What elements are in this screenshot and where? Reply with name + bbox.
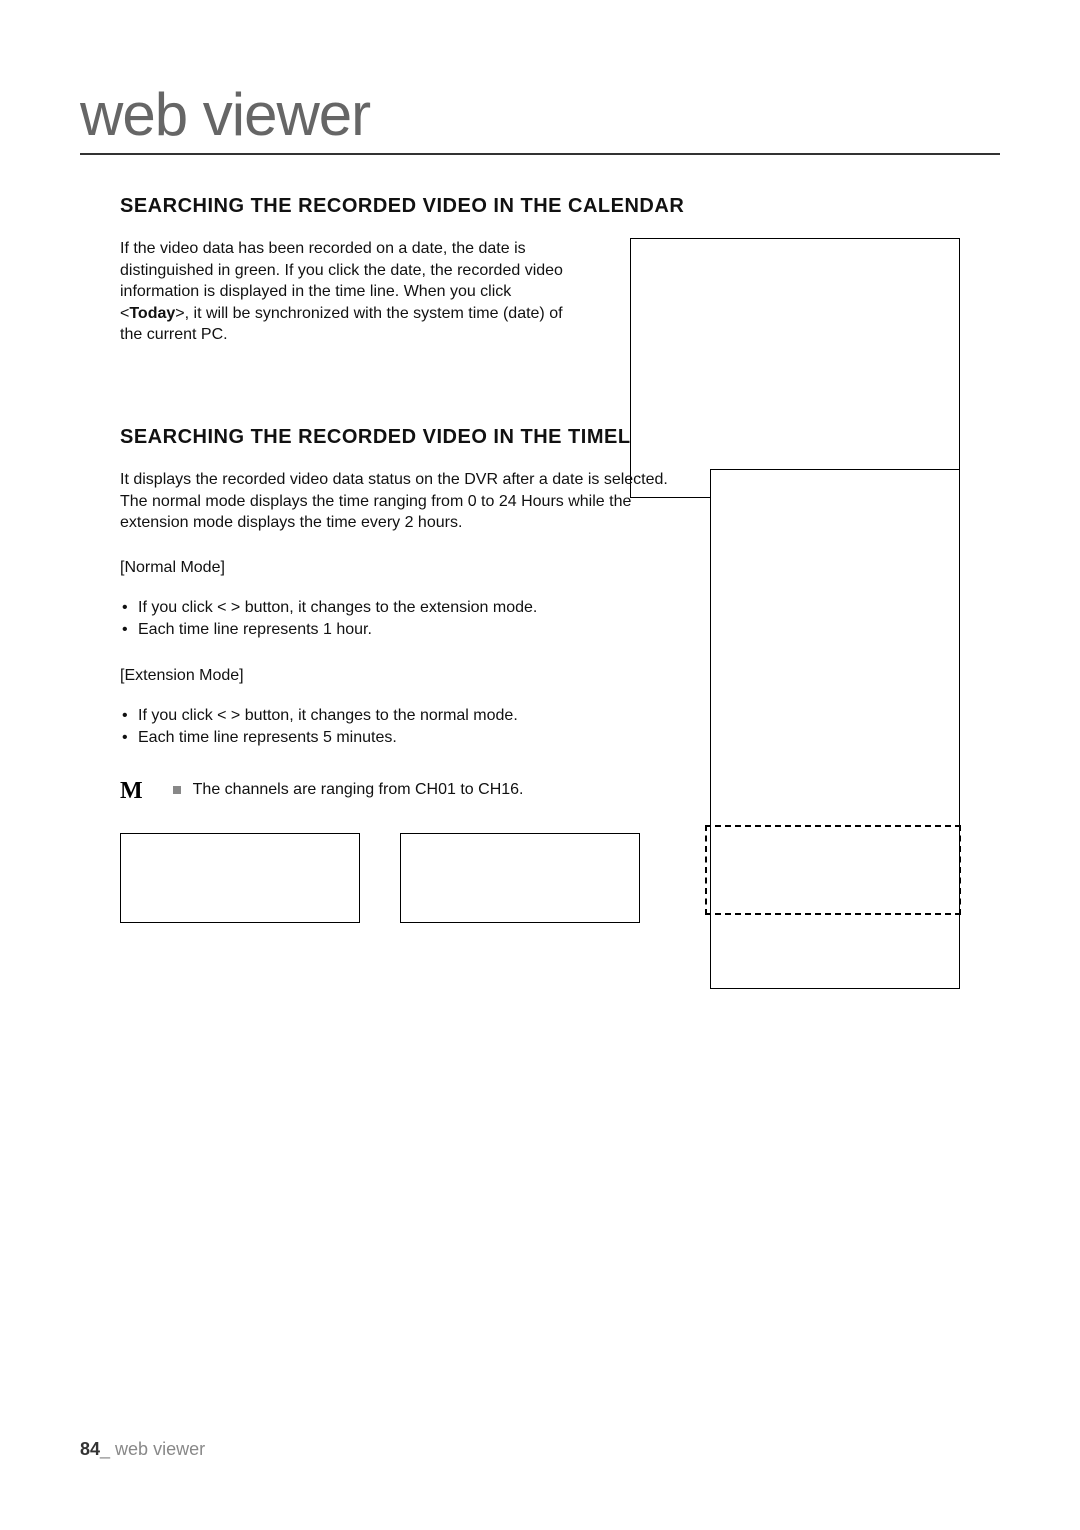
normal-mode-list: If you click < > button, it changes to t… [120, 597, 1000, 642]
timeline-dashed-highlight [705, 825, 961, 915]
list-item: If you click < > button, it changes to t… [120, 705, 1000, 727]
list-item: Each time line represents 1 hour. [120, 619, 1000, 641]
list-item: If you click < > button, it changes to t… [120, 597, 1000, 619]
section1-heading: SEARCHING THE RECORDED VIDEO IN THE CALE… [120, 195, 1000, 218]
calendar-placeholder-box [630, 238, 960, 498]
note-symbol-m: M [120, 779, 143, 803]
section2-intro: It displays the recorded video data stat… [120, 469, 680, 534]
timeline-box-normal [120, 833, 360, 923]
extension-mode-list: If you click < > button, it changes to t… [120, 705, 1000, 750]
note-square-icon [173, 786, 181, 794]
section2: It displays the recorded video data stat… [120, 469, 1000, 923]
footer: 84_ web viewer [80, 1439, 205, 1460]
page-title: web viewer [80, 80, 1000, 155]
section1-paragraph: If the video data has been recorded on a… [120, 238, 580, 346]
timeline-box-extension [400, 833, 640, 923]
footer-label: web viewer [110, 1439, 205, 1459]
section1: If the video data has been recorded on a… [120, 238, 1000, 346]
page-number: 84 [80, 1439, 100, 1459]
today-tag: Today [129, 305, 175, 322]
list-item: Each time line represents 5 minutes. [120, 727, 1000, 749]
footer-separator: _ [100, 1439, 110, 1459]
section1-text-after: >, it will be synchronized with the syst… [120, 305, 563, 344]
note-text: The channels are ranging from CH01 to CH… [193, 781, 524, 799]
